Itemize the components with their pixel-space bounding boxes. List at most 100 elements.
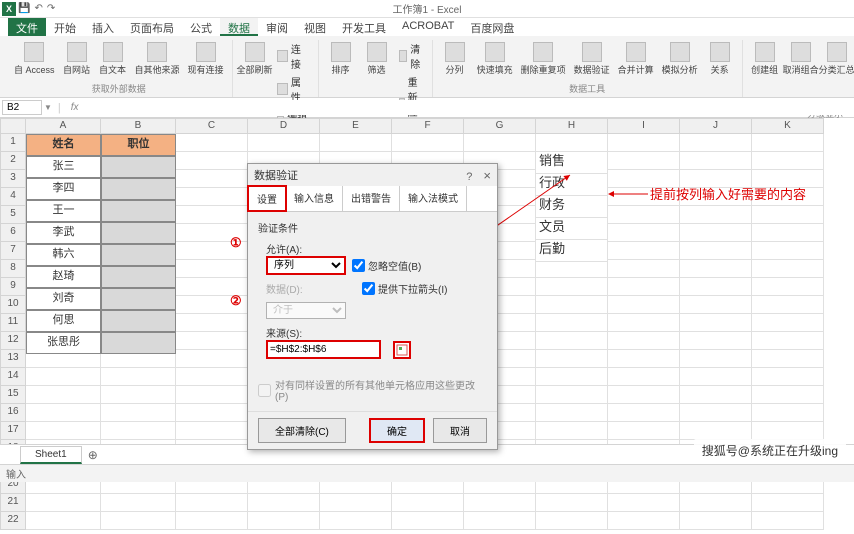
source-input[interactable] [266, 340, 381, 359]
cell[interactable] [752, 404, 824, 422]
select-all-corner[interactable] [0, 118, 26, 134]
cell[interactable] [26, 422, 101, 440]
cell[interactable] [536, 260, 608, 278]
row-header-4[interactable]: 4 [0, 188, 26, 206]
btn-dedupe[interactable]: 删除重复项 [519, 40, 568, 78]
list-value-cell[interactable]: 行政 [536, 174, 608, 196]
cell[interactable] [392, 134, 464, 152]
cell[interactable] [536, 386, 608, 404]
btn-whatif[interactable]: 模拟分析 [660, 40, 700, 78]
cell[interactable] [536, 512, 608, 530]
cell[interactable] [536, 404, 608, 422]
cell[interactable] [608, 152, 680, 170]
cell[interactable] [608, 404, 680, 422]
row-header-6[interactable]: 6 [0, 224, 26, 242]
cell[interactable] [680, 206, 752, 224]
cell[interactable] [176, 350, 248, 368]
cell[interactable] [464, 494, 536, 512]
cell[interactable] [176, 134, 248, 152]
name-cell[interactable]: 李武 [26, 222, 101, 244]
dlg-tab-input[interactable]: 输入信息 [286, 186, 343, 211]
col-header-A[interactable]: A [26, 118, 101, 134]
cell[interactable] [608, 206, 680, 224]
cell[interactable] [608, 134, 680, 152]
save-icon[interactable]: 💾 [18, 3, 30, 14]
col-header-K[interactable]: K [752, 118, 824, 134]
col-header-I[interactable]: I [608, 118, 680, 134]
cell[interactable] [608, 260, 680, 278]
cell[interactable] [26, 386, 101, 404]
cell[interactable] [608, 350, 680, 368]
dlg-tab-error[interactable]: 出错警告 [343, 186, 400, 211]
cell[interactable] [680, 512, 752, 530]
cell[interactable] [176, 494, 248, 512]
cell[interactable] [680, 242, 752, 260]
cell[interactable] [680, 350, 752, 368]
cell[interactable] [752, 134, 824, 152]
name-cell[interactable]: 何思 [26, 310, 101, 332]
undo-icon[interactable]: ↶ [34, 3, 42, 14]
tab-dev[interactable]: 开发工具 [334, 18, 394, 36]
cell[interactable] [464, 134, 536, 152]
list-value-cell[interactable]: 销售 [536, 152, 608, 174]
position-cell[interactable] [101, 178, 176, 200]
cell[interactable] [320, 512, 392, 530]
cell[interactable] [608, 512, 680, 530]
cell[interactable] [608, 278, 680, 296]
btn-ungroup[interactable]: 取消组合 [785, 40, 817, 105]
cell[interactable] [464, 512, 536, 530]
cell[interactable] [536, 494, 608, 512]
tab-acrobat[interactable]: ACROBAT [394, 18, 462, 36]
name-box[interactable] [2, 100, 42, 115]
cell[interactable] [752, 242, 824, 260]
btn-relations[interactable]: 关系 [704, 40, 736, 78]
row-header-22[interactable]: 22 [0, 512, 26, 530]
cell[interactable] [26, 368, 101, 386]
cell[interactable] [176, 314, 248, 332]
cell[interactable] [608, 242, 680, 260]
range-picker-icon[interactable] [393, 341, 411, 359]
help-icon[interactable]: ? [466, 171, 472, 183]
fx-icon[interactable]: fx [67, 102, 83, 113]
cell[interactable] [752, 278, 824, 296]
cell[interactable] [680, 278, 752, 296]
cell[interactable] [680, 314, 752, 332]
add-sheet-icon[interactable]: ⊕ [82, 446, 104, 464]
cell[interactable] [608, 368, 680, 386]
cell[interactable] [680, 260, 752, 278]
table-header[interactable]: 职位 [101, 134, 176, 156]
position-cell[interactable] [101, 266, 176, 288]
cancel-button[interactable]: 取消 [433, 418, 487, 443]
btn-web[interactable]: 自网站 [61, 40, 93, 78]
col-header-G[interactable]: G [464, 118, 536, 134]
cell[interactable] [752, 152, 824, 170]
col-header-F[interactable]: F [392, 118, 464, 134]
cell[interactable] [608, 296, 680, 314]
dropdown-icon[interactable]: ▼ [44, 103, 52, 112]
cell[interactable] [536, 368, 608, 386]
cell[interactable] [176, 368, 248, 386]
cell[interactable] [608, 422, 680, 440]
dlg-tab-ime[interactable]: 输入法模式 [400, 186, 467, 211]
cell[interactable] [26, 512, 101, 530]
row-header-7[interactable]: 7 [0, 242, 26, 260]
position-cell[interactable] [101, 156, 176, 178]
cell[interactable] [680, 152, 752, 170]
row-header-10[interactable]: 10 [0, 296, 26, 314]
row-header-11[interactable]: 11 [0, 314, 26, 332]
tab-formula[interactable]: 公式 [182, 18, 220, 36]
cell[interactable] [752, 224, 824, 242]
row-header-8[interactable]: 8 [0, 260, 26, 278]
list-value-cell[interactable]: 财务 [536, 196, 608, 218]
row-header-17[interactable]: 17 [0, 422, 26, 440]
btn-split[interactable]: 分列 [439, 40, 471, 78]
list-value-cell[interactable]: 后勤 [536, 240, 608, 262]
btn-access[interactable]: 自 Access [12, 40, 57, 78]
cell[interactable] [536, 134, 608, 152]
cell[interactable] [101, 422, 176, 440]
cell[interactable] [752, 368, 824, 386]
cell[interactable] [176, 404, 248, 422]
redo-icon[interactable]: ↷ [47, 3, 55, 14]
col-header-J[interactable]: J [680, 118, 752, 134]
cell[interactable] [680, 296, 752, 314]
